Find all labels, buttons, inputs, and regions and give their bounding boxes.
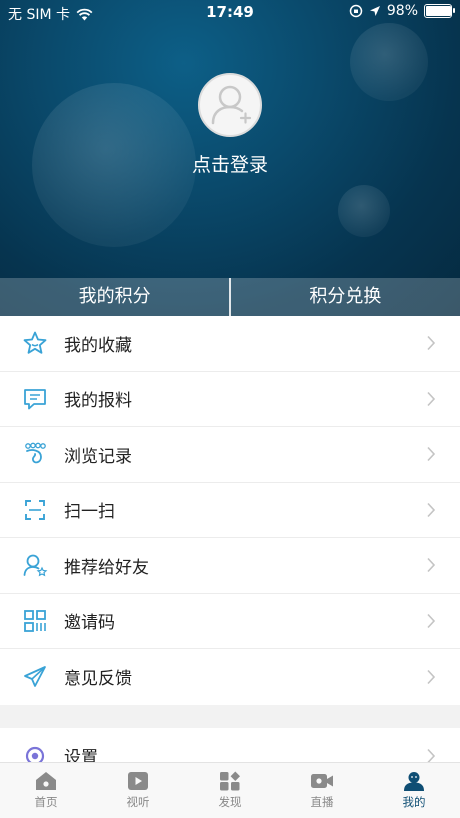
tab-label: 我的 bbox=[402, 795, 426, 809]
tab-profile[interactable]: 我的 bbox=[368, 763, 460, 818]
menu-item-label: 邀请码 bbox=[64, 613, 115, 634]
login-link[interactable]: 点击登录 bbox=[0, 150, 460, 177]
menu-item-label: 意见反馈 bbox=[64, 669, 132, 690]
tab-label: 视听 bbox=[126, 795, 150, 809]
chevron-right-icon bbox=[427, 558, 436, 573]
user-add-icon bbox=[211, 85, 252, 125]
decor-bubble bbox=[338, 185, 390, 237]
profile-icon bbox=[404, 772, 424, 791]
star-icon bbox=[21, 329, 49, 357]
tab-label: 发现 bbox=[218, 795, 242, 809]
battery-icon bbox=[424, 4, 455, 18]
menu-item-recommend[interactable]: 推荐给好友 bbox=[0, 538, 460, 594]
feedback-icon bbox=[21, 663, 49, 691]
bottom-tab-bar: 首页 视听 发现 直播 我的 bbox=[0, 762, 460, 818]
my-points-tab[interactable]: 我的积分 bbox=[0, 278, 229, 316]
chevron-right-icon bbox=[427, 502, 436, 517]
discover-icon bbox=[220, 771, 240, 791]
section-gap bbox=[0, 705, 460, 728]
tab-live[interactable]: 直播 bbox=[276, 763, 368, 818]
decor-bubble bbox=[350, 23, 428, 101]
menu-item-history[interactable]: 浏览记录 bbox=[0, 427, 460, 483]
menu-item-label: 我的报料 bbox=[64, 391, 132, 412]
menu-item-feedback[interactable]: 意见反馈 bbox=[0, 649, 460, 705]
qrcode-icon bbox=[21, 607, 49, 635]
battery-fill bbox=[426, 6, 452, 16]
live-icon bbox=[311, 774, 333, 788]
chevron-right-icon bbox=[427, 391, 436, 406]
chevron-right-icon bbox=[427, 447, 436, 462]
menu-item-favorites[interactable]: 我的收藏 bbox=[0, 316, 460, 372]
menu-item-reports[interactable]: 我的报料 bbox=[0, 372, 460, 427]
chevron-right-icon bbox=[427, 669, 436, 684]
tab-video[interactable]: 视听 bbox=[92, 763, 184, 818]
menu-list: 我的收藏 我的报料 浏览记录 扫一扫 推荐给好友 邀请码 意见反馈 bbox=[0, 316, 460, 705]
tab-label: 直播 bbox=[310, 795, 334, 809]
tab-discover[interactable]: 发现 bbox=[184, 763, 276, 818]
scan-icon bbox=[21, 496, 49, 524]
status-bar: 无 SIM 卡 17:49 98% bbox=[0, 0, 460, 24]
profile-header: 无 SIM 卡 17:49 98% 点击登录 我的积分 积分兑换 bbox=[0, 0, 460, 316]
menu-item-scan[interactable]: 扫一扫 bbox=[0, 483, 460, 538]
menu-item-invite-code[interactable]: 邀请码 bbox=[0, 594, 460, 649]
menu-item-label: 浏览记录 bbox=[64, 446, 132, 467]
chevron-right-icon bbox=[427, 613, 436, 628]
recommend-icon bbox=[21, 551, 49, 579]
chevron-right-icon bbox=[427, 336, 436, 351]
menu-item-label: 推荐给好友 bbox=[64, 557, 149, 578]
history-icon bbox=[21, 440, 49, 468]
avatar[interactable] bbox=[198, 73, 262, 137]
battery-percent: 98% bbox=[386, 3, 418, 19]
message-icon bbox=[21, 385, 49, 413]
tab-label: 首页 bbox=[34, 795, 58, 809]
points-bar: 我的积分 积分兑换 bbox=[0, 278, 460, 316]
home-icon bbox=[36, 772, 56, 790]
menu-item-label: 我的收藏 bbox=[64, 335, 132, 356]
location-icon bbox=[369, 6, 380, 16]
points-exchange-tab[interactable]: 积分兑换 bbox=[231, 278, 460, 316]
video-icon bbox=[128, 772, 148, 790]
tab-home[interactable]: 首页 bbox=[0, 763, 92, 818]
menu-item-label: 扫一扫 bbox=[64, 502, 115, 523]
orientation-lock-icon bbox=[349, 4, 363, 18]
